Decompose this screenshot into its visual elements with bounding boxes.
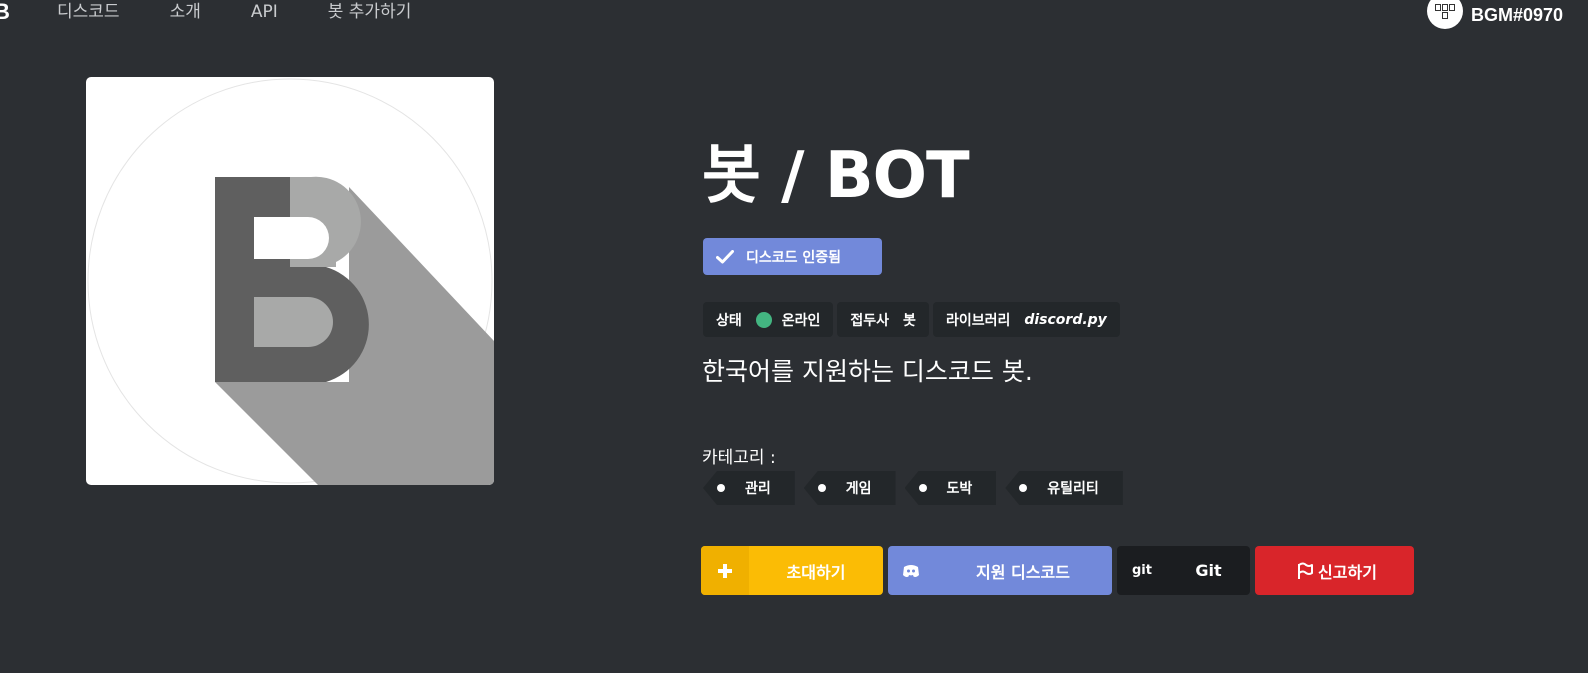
- invite-label: 초대하기: [786, 562, 846, 582]
- bot-description: 한국어를 지원하는 디스코드 봇.: [702, 357, 1033, 386]
- status-online-dot-icon: [755, 311, 772, 328]
- category-tag[interactable]: 게임: [803, 471, 896, 505]
- category-label: 카테고리 :: [702, 448, 776, 468]
- category-tag-label: 유틸리티: [1047, 481, 1099, 497]
- top-nav: B 디스코드 소개 API 봇 추가하기 BGM#0970: [0, 0, 1588, 30]
- tag-dot-icon: [918, 484, 927, 492]
- git-label: Git: [1195, 561, 1222, 580]
- nav-link-about[interactable]: 소개: [170, 0, 201, 24]
- category-tag-label: 도박: [946, 481, 973, 497]
- bot-avatar-image: [86, 77, 494, 485]
- report-button[interactable]: 신고하기: [1255, 546, 1414, 595]
- bot-title: 봇 / BOT: [702, 139, 970, 213]
- user-name[interactable]: BGM#0970: [1471, 3, 1563, 27]
- invite-button[interactable]: 초대하기: [701, 546, 883, 595]
- status-value: 온라인: [781, 312, 821, 329]
- tag-dot-icon: [1019, 484, 1028, 492]
- nav-link-api[interactable]: API: [251, 0, 278, 24]
- prefix-box: 접두사 봇: [837, 302, 929, 337]
- status-box: 상태 온라인: [703, 302, 834, 337]
- prefix-value: 봇: [903, 312, 916, 329]
- tag-dot-icon: [717, 484, 725, 492]
- flag-icon: [1292, 546, 1318, 595]
- library-label: 라이브러리: [945, 312, 1011, 329]
- category-tag-label: 게임: [845, 481, 872, 497]
- category-tag[interactable]: 도박: [904, 471, 997, 505]
- discord-icon: [888, 546, 934, 595]
- status-label: 상태: [716, 312, 742, 329]
- library-box: 라이브러리 discord.py: [932, 302, 1120, 337]
- nav-links: 디스코드 소개 API 봇 추가하기: [57, 0, 461, 24]
- verified-badge: 디스코드 인증됨: [703, 238, 882, 275]
- git-icon: git: [1132, 563, 1152, 578]
- prefix-label: 접두사: [850, 312, 890, 329]
- git-button[interactable]: git Git: [1117, 546, 1250, 595]
- plus-icon: [701, 546, 749, 595]
- nav-link-add-bot[interactable]: 봇 추가하기: [328, 0, 412, 24]
- support-discord-button[interactable]: 지원 디스코드: [888, 546, 1112, 595]
- tag-dot-icon: [817, 484, 826, 492]
- category-tags: 관리 게임 도박 유틸리티: [703, 471, 1123, 505]
- support-label: 지원 디스코드: [976, 562, 1070, 582]
- verified-label: 디스코드 인증됨: [746, 249, 842, 266]
- avatar[interactable]: [1427, 0, 1463, 29]
- report-label: 신고하기: [1318, 562, 1377, 582]
- category-tag[interactable]: 유틸리티: [1005, 471, 1123, 505]
- library-value: discord.py: [1024, 311, 1107, 328]
- action-buttons: 초대하기 지원 디스코드 git Git 신고하기: [701, 546, 1414, 595]
- site-logo[interactable]: B: [0, 1, 10, 23]
- user-menu[interactable]: BGM#0970: [1427, 0, 1563, 30]
- category-tag[interactable]: 관리: [703, 471, 795, 505]
- nav-link-discord[interactable]: 디스코드: [57, 0, 120, 24]
- check-icon: [716, 249, 734, 263]
- bot-meta: 상태 온라인 접두사 봇 라이브러리 discord.py: [703, 302, 1120, 337]
- category-tag-label: 관리: [745, 481, 771, 497]
